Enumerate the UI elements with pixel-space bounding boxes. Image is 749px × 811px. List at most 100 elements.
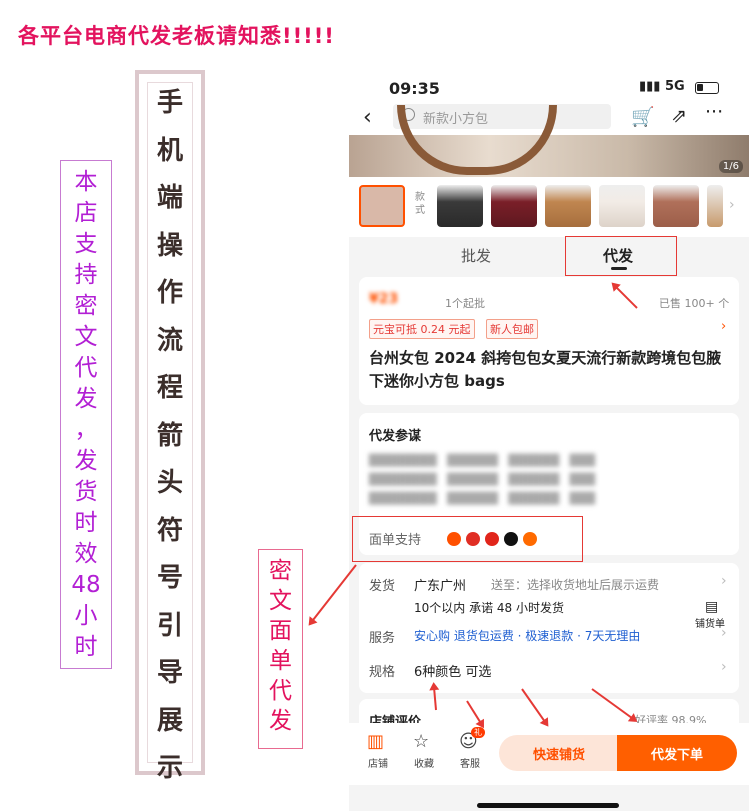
left-note-char: 小 (74, 603, 98, 629)
middle-note-char: 端 (156, 183, 183, 213)
middle-note-char: 手 (156, 88, 183, 118)
left-note-char: ， (74, 417, 98, 443)
left-note-char: 效 (74, 541, 98, 567)
thumbnail[interactable] (599, 185, 645, 227)
ship-detail: 10个以内 承诺 48 小时发货 (414, 601, 564, 615)
left-note-char: 货 (74, 479, 98, 505)
tab-wholesale[interactable]: 批发 (461, 245, 491, 266)
spec-label: 规格 (369, 665, 396, 680)
left-note-char: 发 (74, 386, 98, 412)
middle-vertical-note: 手机端操作流程箭头符号引导展示 (135, 70, 205, 783)
middle-note-char: 箭 (156, 420, 183, 451)
right-note-char: 面 (269, 618, 292, 644)
left-note-char: 时 (74, 510, 98, 536)
thumbnail[interactable] (707, 185, 723, 227)
left-note-char: 密 (74, 293, 98, 319)
thumbnail[interactable] (491, 185, 537, 227)
chevron-right-icon[interactable]: › (721, 625, 727, 641)
status-time: 09:35 (389, 79, 440, 98)
more-icon[interactable]: ··· (705, 101, 723, 123)
service-label[interactable]: 客服 (455, 755, 485, 770)
quick-list-button[interactable]: 快速铺货 (499, 735, 619, 771)
signal-label: ▮▮▮ 5G (639, 79, 685, 94)
sold-count: 已售 100+ 个 (659, 297, 730, 310)
middle-note-char: 作 (156, 278, 183, 308)
chevron-right-icon[interactable]: › (729, 197, 735, 213)
coupon-tag: 元宝可抵 0.24 元起 (369, 319, 475, 339)
right-note-char: 单 (269, 648, 292, 674)
battery-icon (695, 82, 719, 94)
home-indicator (477, 803, 619, 808)
thumbnail[interactable] (437, 185, 483, 227)
left-note-char: 代 (74, 355, 98, 381)
ship-from: 广东广州 (414, 579, 467, 594)
shop-icon[interactable]: ▥ (367, 731, 384, 752)
favorite-label[interactable]: 收藏 (409, 755, 439, 770)
star-icon[interactable]: ☆ (413, 731, 429, 752)
product-image[interactable]: 1/6 (349, 105, 749, 177)
middle-note-char: 引 (156, 610, 183, 641)
middle-note-char: 示 (156, 753, 183, 783)
thumbnail-selected[interactable] (359, 185, 405, 227)
page-indicator: 1/6 (718, 160, 743, 173)
tab-bar: 批发 代发 (349, 237, 749, 275)
left-note-char: 48 (71, 572, 101, 598)
signal-bars-icon: ▮▮▮ (639, 79, 661, 94)
cart-icon[interactable]: 🛒 (631, 105, 655, 128)
min-order: 1个起批 (445, 297, 485, 310)
shop-label[interactable]: 店铺 (363, 755, 393, 770)
left-note-char: 持 (74, 262, 98, 288)
middle-note-char: 号 (156, 563, 183, 593)
order-list-icon[interactable]: ▤ (705, 599, 718, 615)
middle-note-char: 导 (156, 658, 183, 688)
face-sheet-highlight (352, 516, 583, 562)
right-note-char: 密 (269, 558, 292, 584)
dropship-order-button[interactable]: 代发下单 (617, 735, 737, 771)
left-note-char: 支 (74, 231, 98, 257)
newcomer-tag: 新人包邮 (486, 319, 538, 339)
product-info-card: ¥23 1个起批 已售 100+ 个 元宝可抵 0.24 元起 新人包邮 › 台… (359, 277, 739, 405)
blurred-params: ████████ ██████ ██████ ███ ████████ █████… (369, 454, 596, 505)
middle-note-char: 机 (156, 135, 183, 166)
left-note-char: 文 (74, 324, 98, 350)
right-note-char: 代 (269, 678, 292, 704)
ship-label: 发货 (369, 579, 396, 594)
middle-note-char: 程 (156, 373, 183, 403)
status-bar: 09:35 ▮▮▮ 5G (349, 67, 749, 103)
ship-to[interactable]: 送至：选择收货地址后展示运费 (491, 576, 659, 593)
thumbnail[interactable] (653, 185, 699, 227)
left-vertical-note: 本店支持密文代发，发货时效 48 小时 (60, 160, 112, 669)
thumbnail[interactable] (545, 185, 591, 227)
chevron-right-icon[interactable]: › (721, 659, 727, 675)
right-note-char: 发 (269, 708, 292, 734)
right-vertical-note: 密文面单代发 (258, 549, 303, 749)
middle-note-char: 展 (156, 705, 183, 736)
share-icon[interactable]: ⇗ (671, 105, 687, 127)
middle-note-char: 操 (156, 230, 183, 261)
page-headline: 各平台电商代发老板请知悉!!!!! (18, 24, 335, 48)
product-title: 台州女包 2024 斜挎包包女夏天流行新款跨境包包腋下迷你小方包 bags (369, 349, 722, 390)
middle-note-char: 头 (156, 468, 183, 498)
left-note-char: 发 (74, 448, 98, 474)
service-text: 安心购 退货包运费 · 极速退款 · 7天无理由 (414, 629, 641, 643)
service-label: 服务 (369, 631, 396, 646)
left-note-char: 店 (74, 200, 98, 226)
middle-note-char: 流 (156, 325, 183, 356)
chevron-right-icon[interactable]: › (721, 573, 727, 589)
style-label: 款式 (415, 192, 425, 216)
phone-screen: 09:35 ▮▮▮ 5G ‹ 新款小方包 🛒 ⇗ ··· 1/6 款式 › 批发… (349, 67, 749, 811)
chevron-right-icon[interactable]: › (721, 319, 726, 334)
shipping-card: 发货 广东广州 送至：选择收货地址后展示运费 › 10个以内 承诺 48 小时发… (359, 563, 739, 693)
dropship-tab-highlight (565, 236, 677, 276)
params-heading: 代发参谋 (369, 429, 422, 444)
style-thumbnails: 款式 › (349, 177, 749, 237)
left-note-char: 本 (74, 169, 98, 195)
network-label: 5G (665, 79, 685, 94)
back-icon[interactable]: ‹ (363, 105, 372, 130)
right-note-char: 文 (269, 588, 292, 614)
bottom-bar: ▥ 店铺 ☆ 收藏 ☺ 礼 客服 快速铺货 代发下单 (349, 723, 749, 785)
spec-text: 6种颜色 可选 (414, 665, 492, 680)
middle-note-char: 符 (156, 515, 183, 546)
price: ¥23 (369, 291, 399, 307)
left-note-char: 时 (74, 634, 98, 660)
